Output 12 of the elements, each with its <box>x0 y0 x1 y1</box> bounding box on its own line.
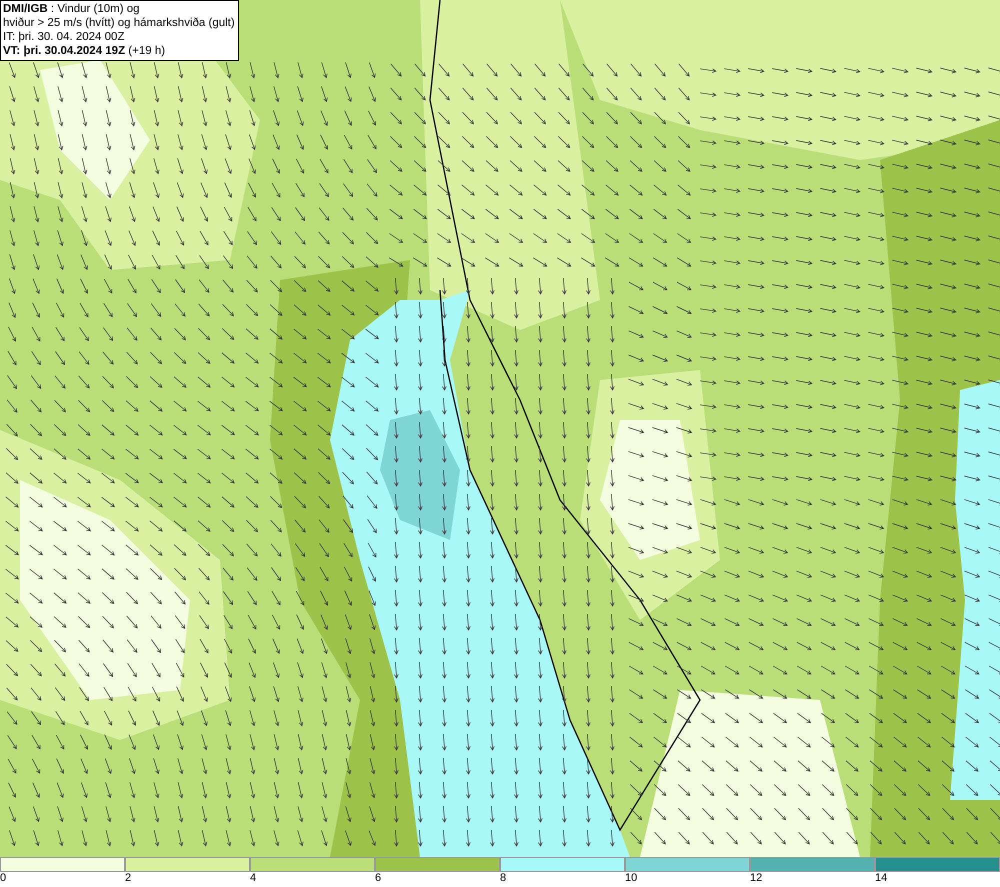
legend-tick-label: 2 <box>125 872 132 885</box>
info-text: IT: þri. 30. 04. 2024 00Z <box>3 30 126 44</box>
legend-tick-label: 14 <box>875 872 888 885</box>
info-text: hviður > 25 m/s (hvítt) og hámarkshviða (gult) <box>3 16 235 30</box>
info-text: DMI/IGB : Vindur (10m) og <box>3 2 141 16</box>
info-text: VT: þri. 30.04.2024 19Z (+19 h) <box>3 44 166 58</box>
legend-tick-label: 6 <box>375 872 382 885</box>
legend-tick-label: 8 <box>500 872 506 885</box>
legend-tick-label: 4 <box>250 872 256 885</box>
legend-tick-label: 10 <box>625 872 638 885</box>
legend-tick-label: 0 <box>0 872 6 885</box>
legend-tick-label: 12 <box>750 872 762 885</box>
